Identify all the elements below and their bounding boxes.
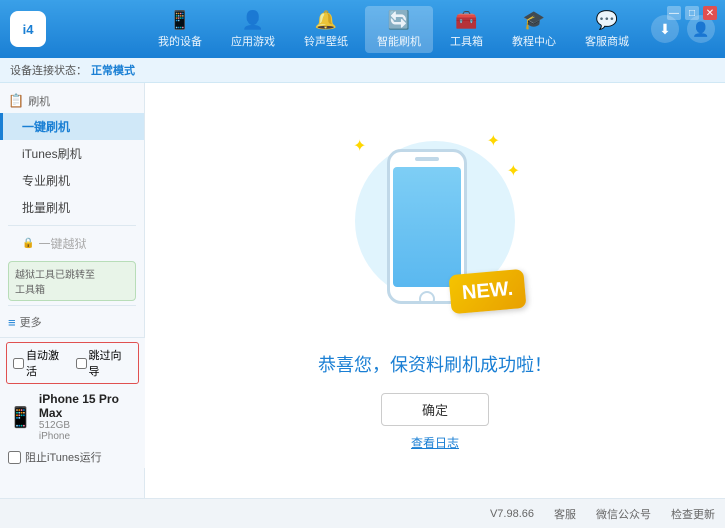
device-text: iPhone 15 Pro Max 512GB iPhone	[39, 392, 137, 442]
main-content: ✦ ✦ ✦ NEW. 恭喜您，保资料刷机成功啦！ 确定 查看日志	[145, 83, 725, 498]
main-area: 📋 刷机 一键刷机 iTunes刷机 专业刷机 批量刷机 🔒 一键越狱	[0, 83, 725, 498]
device-info: 📱 iPhone 15 Pro Max 512GB iPhone	[0, 388, 145, 446]
nav-tab-apps-label: 应用游戏	[231, 33, 275, 49]
more-section-icon: ≡	[8, 315, 16, 330]
version-text: V7.98.66	[490, 508, 534, 520]
batch-flash-label: 批量刷机	[22, 201, 70, 215]
nav-tab-my-device-label: 我的设备	[158, 33, 202, 49]
nav-tab-smart-flash-label: 智能刷机	[377, 33, 421, 49]
success-message: 恭喜您，保资料刷机成功啦！	[318, 355, 552, 375]
device-type: iPhone	[39, 431, 137, 442]
tutorials-icon: 🎓	[523, 10, 545, 31]
flash-section-header: 📋 刷机	[0, 89, 144, 113]
nav-tab-toolbox-label: 工具箱	[450, 33, 483, 49]
nav-tab-smart-flash[interactable]: 🔄 智能刷机	[365, 6, 433, 53]
toolbox-icon: 🧰	[455, 10, 477, 31]
sparkle-icon-2: ✦	[487, 131, 500, 151]
nav-tab-service[interactable]: 💬 客服商城	[573, 6, 641, 53]
ringtones-icon: 🔔	[315, 10, 337, 31]
footer-check-update-link[interactable]: 检查更新	[671, 506, 715, 522]
new-badge-text: NEW.	[461, 277, 514, 304]
divider-2	[8, 305, 136, 306]
footer-skin-link[interactable]: 客服	[554, 506, 576, 522]
window-controls: — □ ✕	[667, 6, 717, 20]
auto-activate-option[interactable]: 自动激活	[13, 347, 70, 379]
sidebar-item-itunes-flash[interactable]: iTunes刷机	[0, 140, 144, 167]
nav-tab-ringtones[interactable]: 🔔 铃声壁纸	[292, 6, 360, 53]
nav-tab-tutorials[interactable]: 🎓 教程中心	[500, 6, 568, 53]
flash-section: 📋 刷机 一键刷机 iTunes刷机 专业刷机 批量刷机	[0, 89, 144, 221]
footer: V7.98.66 客服 微信公众号 检查更新	[0, 498, 725, 528]
maximize-button[interactable]: □	[685, 6, 699, 20]
one-click-flash-label: 一键刷机	[22, 120, 70, 134]
logo-icon: i4	[10, 11, 46, 47]
app-header: i4 爱思助手 www.i4.cn 📱 我的设备 👤 应用游戏 🔔 铃声壁纸 🔄…	[0, 0, 725, 58]
itunes-bar: 阻止iTunes运行	[0, 446, 145, 468]
status-prefix: 设备连接状态：	[10, 62, 87, 78]
nav-tab-service-label: 客服商城	[585, 33, 629, 49]
success-text: 恭喜您，保资料刷机成功啦！	[318, 351, 552, 377]
jailbreak-disabled: 🔒 一键越狱	[0, 230, 144, 257]
nav-tab-tutorials-label: 教程中心	[512, 33, 556, 49]
sidebar-item-one-click-flash[interactable]: 一键刷机	[0, 113, 144, 140]
my-device-icon: 📱	[169, 10, 191, 31]
footer-wechat-link[interactable]: 微信公众号	[596, 506, 651, 522]
jailbreak-notice: 越狱工具已跳转至工具箱	[8, 261, 136, 301]
auto-activate-checkbox[interactable]	[13, 358, 24, 369]
flash-section-icon: 📋	[8, 93, 24, 109]
more-section-header: ≡ 更多	[0, 310, 144, 334]
sidebar-bottom: 自动激活 跳过向导 📱 iPhone 15 Pro Max 512GB iPho…	[0, 337, 145, 468]
itunes-flash-label: iTunes刷机	[22, 147, 82, 161]
nav-tab-toolbox[interactable]: 🧰 工具箱	[438, 6, 495, 53]
jailbreak-label: 一键越狱	[38, 235, 86, 252]
minimize-button[interactable]: —	[667, 6, 681, 20]
log-link[interactable]: 查看日志	[411, 434, 459, 451]
jailbreak-section: 🔒 一键越狱 越狱工具已跳转至工具箱	[0, 230, 144, 301]
nav-tab-apps[interactable]: 👤 应用游戏	[219, 6, 287, 53]
status-mode: 正常模式	[91, 62, 135, 78]
auto-guide-checkbox[interactable]	[76, 358, 87, 369]
sparkle-icon-1: ✦	[353, 136, 366, 156]
more-section-label: 更多	[20, 314, 42, 330]
close-button[interactable]: ✕	[703, 6, 717, 20]
sidebar-item-pro-flash[interactable]: 专业刷机	[0, 167, 144, 194]
confirm-button[interactable]: 确定	[381, 393, 489, 426]
phone-home-button	[419, 291, 435, 304]
auto-options-container: 自动激活 跳过向导	[6, 342, 139, 384]
smart-flash-icon: 🔄	[388, 10, 410, 31]
sidebar-item-batch-flash[interactable]: 批量刷机	[0, 194, 144, 221]
device-name: iPhone 15 Pro Max	[39, 392, 137, 420]
auto-guide-option[interactable]: 跳过向导	[76, 347, 133, 379]
nav-tab-my-device[interactable]: 📱 我的设备	[146, 6, 214, 53]
lock-icon: 🔒	[22, 238, 34, 249]
phone-illustration: ✦ ✦ ✦ NEW.	[345, 131, 525, 331]
pro-flash-label: 专业刷机	[22, 174, 70, 188]
itunes-checkbox[interactable]	[8, 451, 21, 464]
auto-activate-label: 自动激活	[26, 347, 70, 379]
device-storage: 512GB	[39, 420, 137, 431]
phone-screen	[393, 167, 461, 287]
sparkle-icon-3: ✦	[507, 161, 520, 181]
device-phone-icon: 📱	[8, 405, 33, 430]
flash-section-label: 刷机	[28, 93, 50, 109]
nav-tab-ringtones-label: 铃声壁纸	[304, 33, 348, 49]
apps-icon: 👤	[242, 10, 264, 31]
service-icon: 💬	[596, 10, 618, 31]
auto-guide-label: 跳过向导	[89, 347, 133, 379]
divider-1	[8, 225, 136, 226]
itunes-label: 阻止iTunes运行	[25, 449, 102, 465]
nav-tabs: 📱 我的设备 👤 应用游戏 🔔 铃声壁纸 🔄 智能刷机 🧰 工具箱 🎓 教程中心…	[136, 6, 651, 53]
new-badge: NEW.	[448, 268, 526, 313]
phone-speaker	[415, 157, 439, 161]
